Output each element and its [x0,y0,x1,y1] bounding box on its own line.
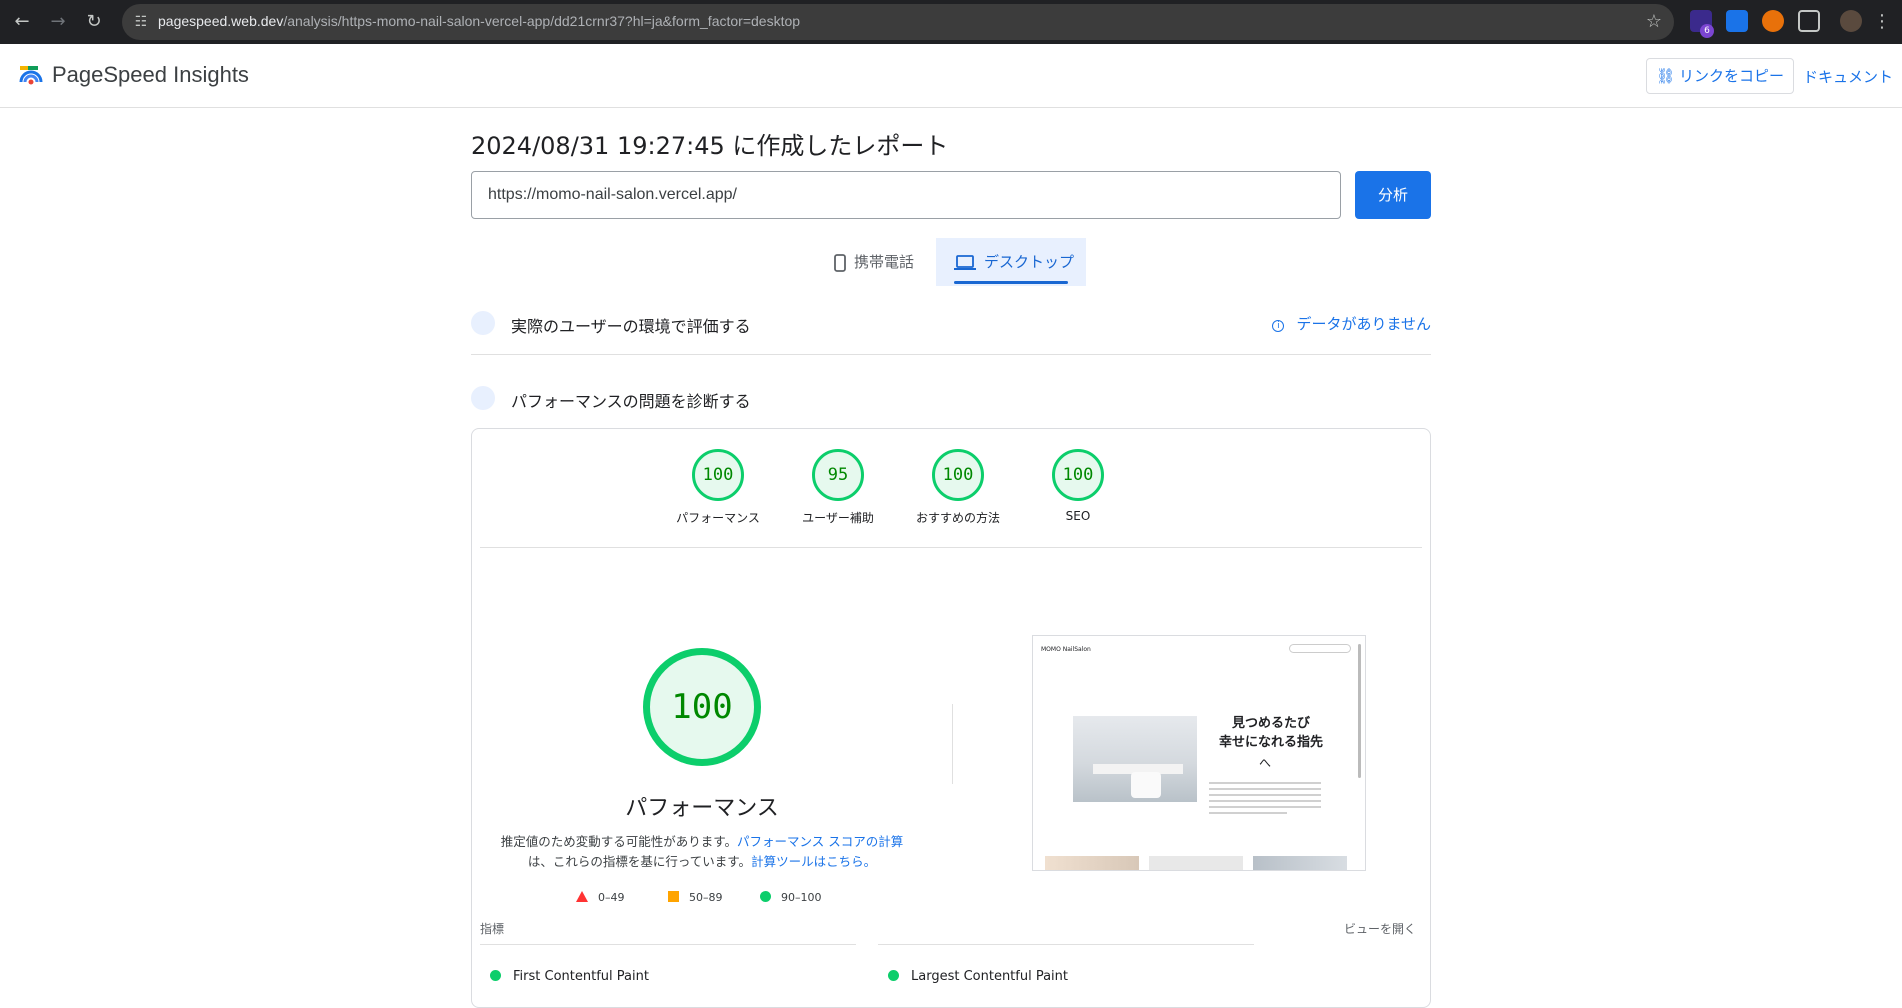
url-input[interactable]: https://momo-nail-salon.vercel.app/ [471,171,1341,219]
final-screenshot[interactable]: MOMO NailSalon 見つめるたび 幸せになれる指先 へ [1032,635,1366,871]
report-title: 2024/08/31 19:27:45 に作成したレポート [471,132,949,160]
download-extension-icon[interactable] [1726,10,1748,32]
preview-nav-button [1289,644,1351,653]
gauge-label: パフォーマンス [676,511,760,525]
gauge-score: 100 [692,449,744,501]
analyze-button[interactable]: 分析 [1355,171,1431,219]
legend-label: 50–89 [689,891,723,904]
gauge-best-practices[interactable]: 100 おすすめの方法 [898,449,1018,526]
phone-icon [834,253,846,272]
field-data-heading: 実際のユーザーの環境で評価する [511,317,751,336]
preview-headline-2: 幸せになれる指先 [1218,735,1323,750]
gauge-score: 95 [812,449,864,501]
performance-description: 推定値のため変動する可能性があります。パフォーマンス スコアの計算 [492,831,912,850]
laptop-icon [954,254,976,270]
metrics-header: 指標 [480,922,505,936]
performance-big-gauge: 100 [643,648,761,766]
diagnose-section: パフォーマンスの問題を診断する [471,378,1431,418]
link-icon: ⛓ [1655,67,1676,85]
back-icon[interactable]: ← [10,10,34,34]
gauge-score: 100 [1052,449,1104,501]
docs-link[interactable]: ドキュメント [1803,66,1893,87]
preview-scrollbar [1358,644,1361,778]
good-circle-icon [490,970,501,981]
preview-body-text [1209,782,1321,818]
tab-mobile[interactable]: 携帯電話 [822,238,930,286]
no-data-label: データがありません [1296,315,1431,333]
gauge-performance[interactable]: 100 パフォーマンス [658,449,778,526]
address-text[interactable]: pagespeed.web.dev/analysis/https-momo-na… [158,13,800,29]
no-data-link[interactable]: i データがありません [1272,313,1431,334]
forward-icon[interactable]: → [46,10,70,34]
gauge-accessibility[interactable]: 95 ユーザー補助 [778,449,898,526]
lighthouse-icon [471,386,495,410]
app-header: PageSpeed Insights ⛓ リンクをコピー ドキュメント [0,44,1902,108]
preview-arrow: へ [1259,756,1272,770]
performance-title: パフォーマンス [625,796,779,821]
reload-icon[interactable]: ↻ [82,10,106,34]
pagespeed-logo-icon [19,66,43,85]
legend-average: 50–89 [668,891,723,904]
score-calc-link[interactable]: パフォーマンス スコアの計算 [737,834,903,849]
gauge-label: おすすめの方法 [915,511,1000,525]
divider [480,547,1422,548]
legend-label: 90–100 [781,891,822,904]
preview-headline: 見つめるたび 幸せになれる指先 [1201,714,1341,752]
good-circle-icon [888,970,899,981]
legend-label: 0–49 [598,891,625,904]
gauge-seo[interactable]: 100 SEO [1018,449,1138,523]
gauge-label: SEO [1065,509,1091,523]
diagnose-heading: パフォーマンスの問題を診断する [511,392,751,411]
expand-view-toggle[interactable]: ビューを開く [1344,920,1416,937]
copy-link-label: リンクをコピー [1679,67,1785,85]
address-bar[interactable]: ☷ pagespeed.web.dev/analysis/https-momo-… [122,4,1674,40]
tab-mobile-label: 携帯電話 [854,253,915,271]
performance-description-2: は、これらの指標を基に行っています。計算ツールはこちら。 [492,851,912,870]
field-data-section: 実際のユーザーの環境で評価する i データがありません [471,303,1431,355]
bookmark-star-icon[interactable]: ☆ [1646,11,1662,32]
triangle-icon [576,891,588,902]
users-icon [471,311,495,335]
extensions-puzzle-icon[interactable] [1798,10,1820,32]
preview-salon-image [1073,716,1197,802]
divider [952,704,953,784]
metric-label: Largest Contentful Paint [911,969,1069,984]
metric-fcp: First Contentful Paint [490,969,649,984]
preview-site-name: MOMO NailSalon [1041,646,1091,653]
brand-name[interactable]: PageSpeed Insights [52,62,249,88]
extension-badge: 6 [1700,24,1714,38]
info-icon: i [1272,320,1285,332]
preview-headline-1: 見つめるたび [1231,716,1310,731]
tab-desktop-label: デスクトップ [984,253,1075,271]
gauge-score: 100 [932,449,984,501]
divider [480,944,856,945]
legend-bad: 0–49 [576,891,625,904]
gauge-label: ユーザー補助 [802,511,874,525]
browser-toolbar: ← → ↻ ☷ pagespeed.web.dev/analysis/https… [0,0,1902,44]
site-info-icon[interactable]: ☷ [132,13,150,31]
desc-text: 推定値のため変動する可能性があります。 [500,834,738,849]
copy-link-button[interactable]: ⛓ リンクをコピー [1646,58,1794,94]
metric-lcp: Largest Contentful Paint [888,969,1068,984]
preview-thumbnail [1045,856,1139,870]
metric-label: First Contentful Paint [513,969,649,984]
menu-kebab-icon[interactable]: ⋮ [1870,10,1894,34]
fox-extension-icon[interactable] [1762,10,1784,32]
legend-good: 90–100 [760,891,822,904]
tab-desktop[interactable]: デスクトップ [936,238,1086,286]
profile-avatar[interactable] [1840,10,1862,32]
circle-icon [760,891,771,902]
preview-thumbnail [1149,856,1243,870]
lighthouse-card: 100 パフォーマンス 95 ユーザー補助 100 おすすめの方法 100 SE… [471,428,1431,1008]
calculator-link[interactable]: 計算ツールはこちら。 [751,854,876,869]
preview-thumbnail [1253,856,1347,870]
active-tab-indicator [954,281,1068,284]
divider [878,944,1254,945]
square-icon [668,891,679,902]
desc-text: は、これらの指標を基に行っています。 [527,854,752,869]
